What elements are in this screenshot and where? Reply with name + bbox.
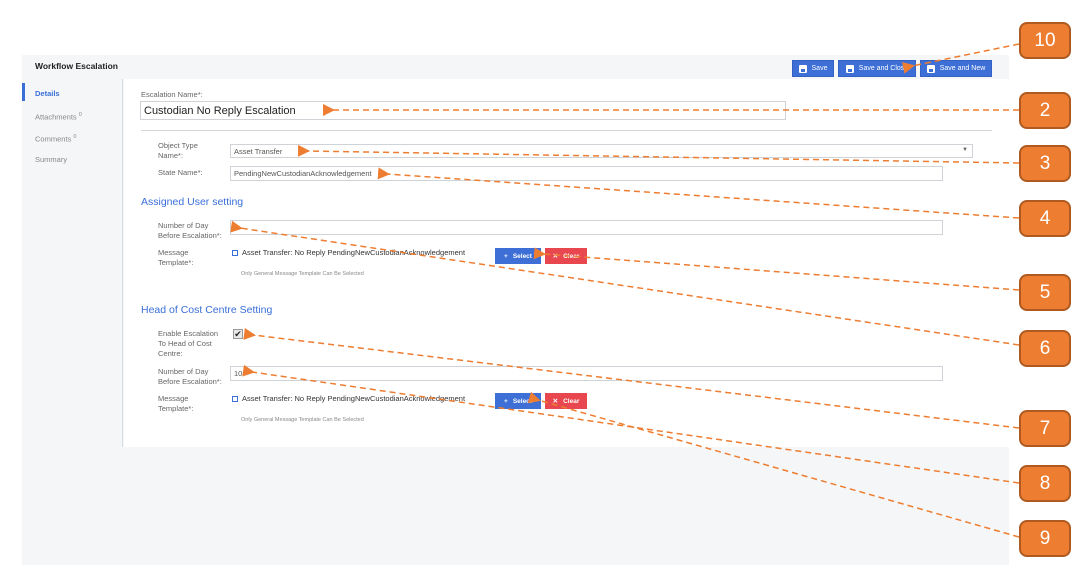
- callout-3: 3: [1019, 145, 1071, 182]
- callout-2: 2: [1019, 92, 1071, 129]
- callout-5: 5: [1019, 274, 1071, 311]
- callout-8: 8: [1019, 465, 1071, 502]
- callout-9: 9: [1019, 520, 1071, 557]
- callout-7: 7: [1019, 410, 1071, 447]
- callout-4: 4: [1019, 200, 1071, 237]
- callout-arrows: [230, 43, 1020, 538]
- callout-6: 6: [1019, 330, 1071, 367]
- callout-10: 10: [1019, 22, 1071, 59]
